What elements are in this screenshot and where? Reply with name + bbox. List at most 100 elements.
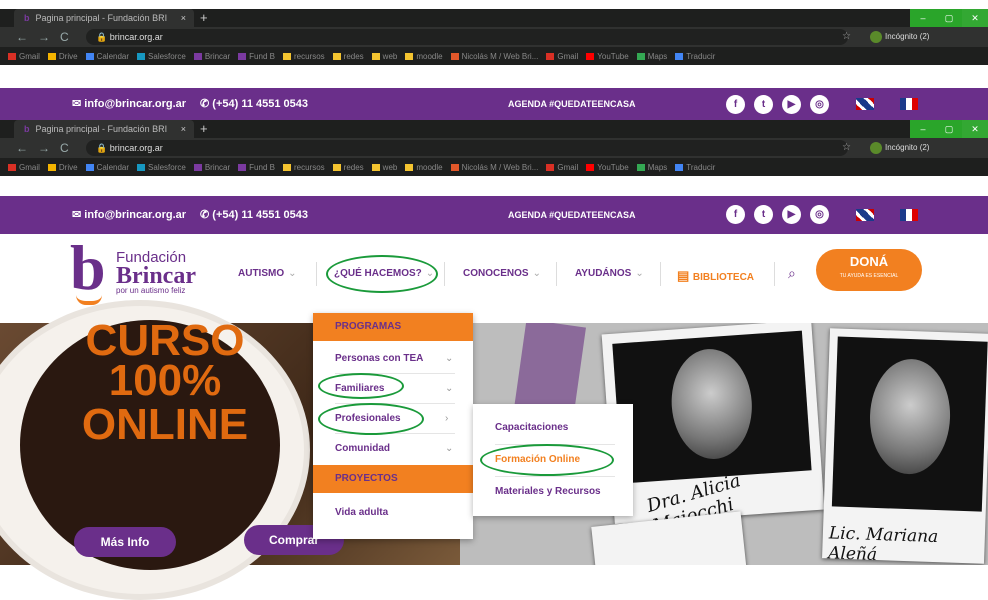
bookmark-item[interactable]: Maps [636,163,667,172]
bookmark-item[interactable]: Nicolás M / Web Bri... [450,163,538,172]
bookmark-item[interactable]: Fund B [238,163,275,172]
nav-divider [774,262,775,286]
bookmark-icon [405,52,414,60]
minimize-button[interactable]: – [910,120,936,138]
new-tab-button[interactable]: + [200,9,208,27]
instagram-icon[interactable]: ◎ [810,205,829,224]
close-window-button[interactable]: ✕ [962,120,988,138]
address-bar-row-2: ←→C 🔒 brincar.org.ar ☆ Incógnito (2) [0,138,988,158]
youtube-icon[interactable]: ▶ [782,205,801,224]
facebook-icon[interactable]: f [726,205,745,224]
bookmark-item[interactable]: Brincar [193,52,230,61]
bookmarks-bar-1: Gmail Drive Calendar Salesforce Brincar Fund … [0,47,988,65]
bookmark-icon [282,52,291,60]
dropdown-item-personas-con-tea[interactable]: Personas con TEA ⌄ [335,353,453,364]
nav-arrows-icon[interactable]: ←→C [16,27,79,47]
nav-biblioteca[interactable]: ▤ BIBLIOTECA [677,268,754,284]
tab-strip-2: b Pagina principal - Fundación BRI × + – ▢… [0,120,988,138]
dropdown-programas-header[interactable]: PROGRAMAS [313,313,473,341]
twitter-icon[interactable]: t [754,95,773,114]
bookmark-item[interactable]: Gmail [546,52,578,61]
browser-tab[interactable]: b Pagina principal - Fundación BRI × [14,120,194,138]
close-window-button[interactable]: ✕ [962,9,988,27]
email-link[interactable]: ✉ info@brincar.org.ar [72,88,186,120]
bookmark-item[interactable]: recursos [282,163,325,172]
submenu-item-capacitaciones[interactable]: Capacitaciones [495,422,568,433]
brincar-logo-icon[interactable]: b [70,236,110,300]
close-tab-icon[interactable]: × [181,9,186,27]
bookmark-item[interactable]: Nicolás M / Web Bri... [450,52,538,61]
bookmark-icon [238,163,247,171]
address-bar-row-1: ←→C 🔒 brincar.org.ar ☆ Incógnito (2) [0,27,988,47]
bookmark-item[interactable]: Gmail [546,163,578,172]
brincar-favicon-icon: b [24,13,30,23]
facebook-icon[interactable]: f [726,95,745,114]
donate-button[interactable]: DONÁ TU AYUDA ES ESENCIAL [816,249,922,291]
bookmark-item[interactable]: Gmail [8,163,40,172]
phone-link[interactable]: ✆ (+54) 11 4551 0543 [200,196,308,234]
maximize-button[interactable]: ▢ [936,120,962,138]
bookmark-item[interactable]: recursos [282,52,325,61]
dropdown-item-vida-adulta[interactable]: Vida adulta [335,507,388,518]
french-flag-icon[interactable] [900,98,918,110]
caption-mariana: Lic. Mariana Aleñá [827,523,939,565]
youtube-icon[interactable]: ▶ [782,95,801,114]
bookmark-star-icon[interactable]: ☆ [842,27,851,47]
english-flag-icon[interactable] [856,98,874,110]
bookmark-item[interactable]: Calendar [85,163,129,172]
browser-tab[interactable]: b Pagina principal - Fundación BRI × [14,9,194,27]
bookmark-item[interactable]: web [371,163,397,172]
nav-ayudanos[interactable]: AYUDÁNOS ⌄ [575,268,644,279]
bookmark-icon [47,52,56,60]
bookmark-item[interactable]: Fund B [238,52,275,61]
agenda-link[interactable]: AGENDA #QUEDATEENCASA [508,196,636,234]
bookmark-item[interactable]: Drive [47,163,78,172]
new-tab-button[interactable]: + [200,120,208,138]
nav-conocenos[interactable]: CONOCENOS ⌄ [463,268,541,279]
twitter-icon[interactable]: t [754,205,773,224]
bookmark-item[interactable]: Gmail [8,52,40,61]
bookmark-item[interactable]: Salesforce [137,52,186,61]
bookmark-item[interactable]: Calendar [85,52,129,61]
bookmark-item[interactable]: moodle [405,52,443,61]
french-flag-icon[interactable] [900,209,918,221]
bookmark-item[interactable]: Salesforce [137,163,186,172]
bookmark-item[interactable]: YouTube [586,52,629,61]
bookmark-item[interactable]: Maps [636,52,667,61]
email-link[interactable]: ✉ info@brincar.org.ar [72,196,186,234]
bookmark-star-icon[interactable]: ☆ [842,138,851,158]
instagram-icon[interactable]: ◎ [810,95,829,114]
dropdown-proyectos-header[interactable]: PROYECTOS [313,465,473,493]
address-bar[interactable]: 🔒 brincar.org.ar [86,29,848,45]
english-flag-icon[interactable] [856,209,874,221]
bookmark-item[interactable]: Traducir [675,52,715,61]
bookmark-item[interactable]: Brincar [193,163,230,172]
bookmark-item[interactable]: YouTube [586,163,629,172]
minimize-button[interactable]: – [910,9,936,27]
submenu-item-materiales[interactable]: Materiales y Recursos [495,486,601,497]
top-contact-bar-1: ✉ info@brincar.org.ar ✆ (+54) 11 4551 05… [0,88,988,120]
dropdown-item-comunidad[interactable]: Comunidad ⌄ [335,443,453,454]
bookmark-icon [85,52,94,60]
bookmark-item[interactable]: redes [332,52,364,61]
bookmark-icon [675,163,684,171]
bookmark-item[interactable]: web [371,52,397,61]
maximize-button[interactable]: ▢ [936,9,962,27]
address-bar[interactable]: 🔒 brincar.org.ar [86,140,848,156]
bookmark-item[interactable]: moodle [405,163,443,172]
bookmark-item[interactable]: Traducir [675,163,715,172]
nav-arrows-icon[interactable]: ←→C [16,138,79,158]
phone-link[interactable]: ✆ (+54) 11 4551 0543 [200,88,308,120]
lock-icon: 🔒 [96,32,110,42]
mas-info-button[interactable]: Más Info [74,527,176,557]
incognito-indicator[interactable]: Incógnito (2) [870,141,929,155]
bookmark-item[interactable]: redes [332,163,364,172]
search-icon[interactable]: ⌕ [788,265,796,282]
incognito-indicator[interactable]: Incógnito (2) [870,30,929,44]
nav-autismo[interactable]: AUTISMO ⌄ [238,268,297,279]
bookmark-icon [193,52,202,60]
close-tab-icon[interactable]: × [181,120,186,138]
bookmark-icon [450,163,459,171]
bookmark-item[interactable]: Drive [47,52,78,61]
agenda-link[interactable]: AGENDA #QUEDATEENCASA [508,88,636,120]
